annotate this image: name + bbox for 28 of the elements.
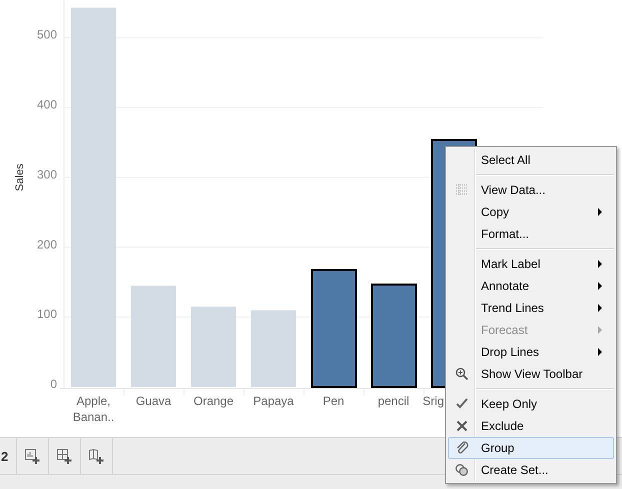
menu-item[interactable]: Keep Only — [448, 393, 614, 415]
axis-tick-label: 0 — [50, 377, 57, 391]
sheet-tab[interactable]: 2 — [0, 438, 17, 474]
menu-item[interactable]: Trend Lines — [448, 297, 614, 319]
menu-item[interactable]: Select All — [448, 149, 614, 171]
category-label: Pen — [322, 394, 344, 408]
menu-item[interactable]: Format... — [448, 223, 614, 245]
axis-tick-label: 100 — [36, 307, 57, 322]
axis-title: Sales — [14, 164, 26, 192]
axis-tick-label: 500 — [36, 28, 57, 42]
axis-tick-label: 400 — [36, 98, 57, 112]
category-label: Papaya — [253, 394, 294, 408]
menu-item[interactable]: Exclude — [448, 415, 614, 437]
category-label: Srig — [422, 394, 444, 408]
category-label: pencil — [378, 394, 410, 408]
category-label: Guava — [136, 394, 172, 408]
menu-item[interactable]: Annotate — [448, 275, 614, 297]
category-label: Apple, Banan.. — [72, 394, 114, 424]
menu-item[interactable]: Drop Lines — [448, 341, 614, 363]
menu-item[interactable]: Copy — [448, 201, 614, 223]
category-label: Orange — [193, 394, 234, 408]
menu-item[interactable]: Create Set... — [448, 459, 614, 481]
menu-item[interactable]: Show View Toolbar — [448, 363, 614, 385]
axis-tick-label: 200 — [36, 237, 57, 252]
menu-item[interactable]: View Data... — [448, 179, 614, 201]
menu-item[interactable]: Group — [448, 437, 614, 459]
menu-item[interactable]: Mark Label — [448, 253, 614, 275]
axis-tick-label: 300 — [36, 167, 57, 182]
